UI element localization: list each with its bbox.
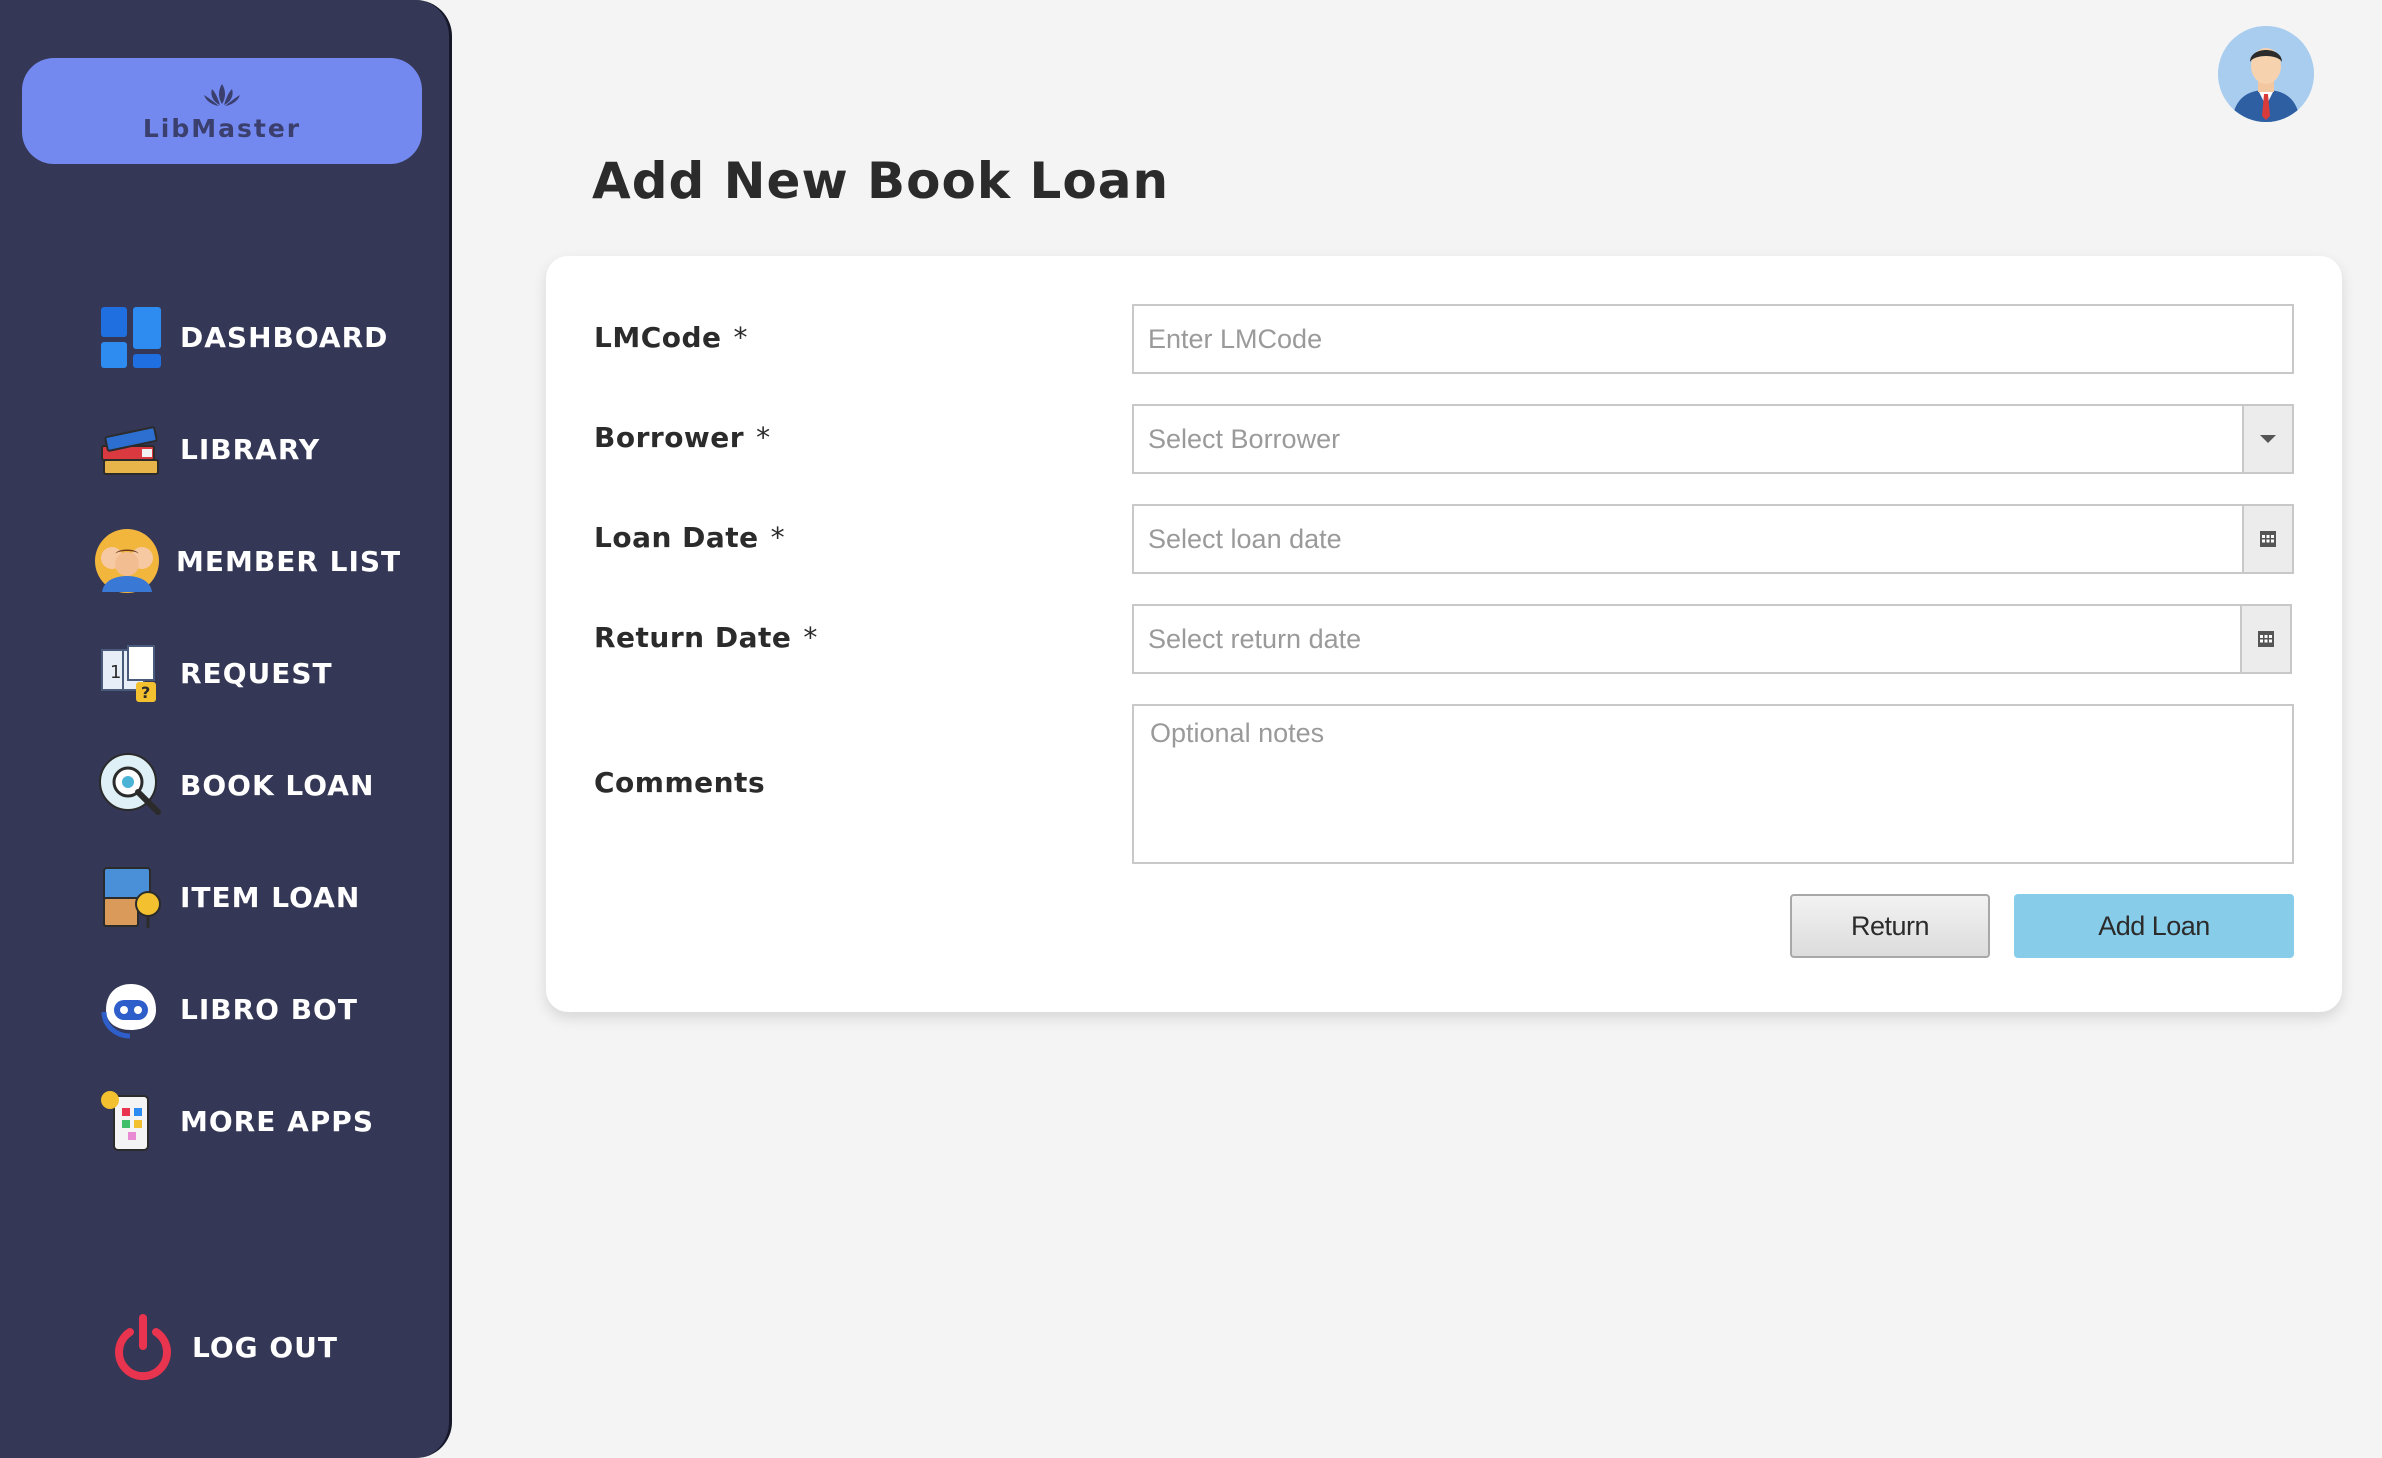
borrower-placeholder: Select Borrower: [1148, 423, 1341, 454]
user-avatar[interactable]: [2218, 26, 2314, 122]
calendar-icon: [2260, 531, 2276, 547]
page-title: Add New Book Loan: [592, 152, 1170, 210]
sidebar-item-label: MORE APPS: [180, 1104, 374, 1138]
sidebar-item-book-loan[interactable]: BOOK LOAN: [96, 750, 374, 820]
return-date-label-text: Return Date: [594, 621, 792, 654]
borrower-select[interactable]: Select Borrower: [1132, 404, 2294, 474]
calendar-icon: [2258, 631, 2274, 647]
sidebar-item-label: LIBRO BOT: [180, 992, 358, 1026]
loan-date-picker[interactable]: Select loan date: [1132, 504, 2294, 574]
power-icon: [115, 1314, 171, 1381]
brand-logo-block[interactable]: LibMaster: [22, 58, 422, 164]
sidebar-item-request[interactable]: 1 ? REQUEST: [96, 638, 333, 708]
loan-date-calendar-button[interactable]: [2242, 506, 2292, 572]
brand-name: LibMaster: [142, 113, 302, 143]
sidebar-item-item-loan[interactable]: ITEM LOAN: [96, 862, 360, 932]
lmcode-label: LMCode *: [594, 321, 748, 354]
lmcode-placeholder: Enter LMCode: [1148, 323, 1323, 354]
sidebar-item-member-list[interactable]: MEMBER LIST: [92, 526, 401, 596]
required-marker: *: [803, 621, 818, 654]
logout-button[interactable]: LOG OUT: [108, 1312, 338, 1382]
required-marker: *: [733, 321, 749, 354]
borrower-dropdown-button[interactable]: [2242, 406, 2292, 472]
svg-text:1: 1: [110, 662, 121, 683]
return-date-calendar-button[interactable]: [2240, 606, 2290, 672]
sidebar: LibMaster DASHBOARD LIBRARY MEMBER LIST …: [0, 0, 452, 1458]
add-loan-button[interactable]: Add Loan: [2014, 894, 2294, 958]
comments-label: Comments: [594, 766, 766, 799]
lmcode-input[interactable]: Enter LMCode: [1132, 304, 2294, 374]
borrower-label-text: Borrower: [594, 421, 745, 454]
caret-down-icon: [2260, 435, 2276, 443]
return-button[interactable]: Return: [1790, 894, 1990, 958]
loan-date-label: Loan Date *: [594, 521, 785, 554]
sidebar-item-library[interactable]: LIBRARY: [96, 414, 320, 484]
borrower-label: Borrower *: [594, 421, 771, 454]
members-group-icon: [95, 529, 159, 593]
loan-date-placeholder: Select loan date: [1148, 523, 1342, 554]
comments-placeholder: Optional notes: [1150, 718, 1325, 748]
return-date-placeholder: Select return date: [1148, 623, 1362, 654]
return-date-label: Return Date *: [594, 621, 818, 654]
apps-phone-icon: [101, 1091, 149, 1151]
comments-textarea[interactable]: Optional notes: [1132, 704, 2294, 864]
svg-text:?: ?: [141, 683, 150, 702]
sidebar-item-dashboard[interactable]: DASHBOARD: [96, 302, 388, 372]
sidebar-item-label: DASHBOARD: [180, 320, 389, 354]
user-avatar-icon: [2218, 26, 2314, 122]
required-marker: *: [770, 521, 786, 554]
sidebar-item-label: ITEM LOAN: [180, 880, 361, 914]
books-stack-icon: [101, 426, 159, 475]
robot-icon: [101, 984, 156, 1039]
sidebar-item-label: MEMBER LIST: [176, 544, 402, 578]
book-loan-search-icon: [99, 753, 161, 815]
request-book-icon: 1 ?: [101, 645, 156, 702]
dashboard-grid-icon: [101, 307, 161, 368]
sidebar-item-libro-bot[interactable]: LIBRO BOT: [96, 974, 358, 1044]
loan-date-label-text: Loan Date: [594, 521, 759, 554]
logout-label: LOG OUT: [192, 1330, 339, 1364]
sidebar-item-more-apps[interactable]: MORE APPS: [96, 1086, 374, 1156]
lotus-logo-icon: [204, 83, 240, 106]
lmcode-label-text: LMCode: [594, 321, 722, 354]
required-marker: *: [756, 421, 771, 454]
sidebar-item-label: LIBRARY: [180, 432, 321, 466]
item-loan-icon: [103, 867, 161, 928]
sidebar-item-label: BOOK LOAN: [180, 768, 375, 802]
return-date-picker[interactable]: Select return date: [1132, 604, 2292, 674]
sidebar-item-label: REQUEST: [180, 656, 333, 690]
